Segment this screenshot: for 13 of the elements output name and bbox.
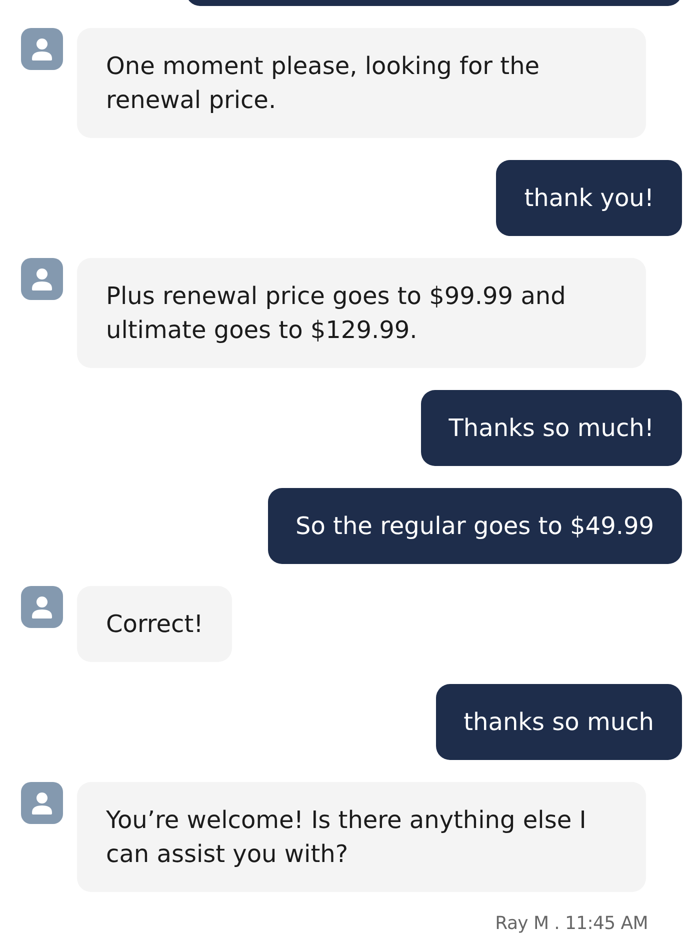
user-message-bubble: thanks so much <box>436 684 682 760</box>
avatar-icon <box>21 28 63 70</box>
agent-message-bubble: One moment please, looking for the renewal price. <box>77 28 646 138</box>
user-message-bubble: Thanks so much! <box>420 390 682 466</box>
avatar-icon <box>21 258 63 300</box>
avatar-icon <box>21 586 63 628</box>
user-message-bubble: thank you! <box>496 160 682 236</box>
agent-message-bubble: Correct! <box>77 586 232 662</box>
agent-message-bubble: Plus renewal price goes to $99.99 and ultimate goes to $129.99. <box>77 258 646 368</box>
sender-and-time: Ray M . 11:45 AM <box>495 913 648 935</box>
user-message-bubble: So the regular goes to $49.99 <box>268 488 682 564</box>
agent-message-bubble: You’re welcome! Is there anything else I can assist you with? <box>77 782 646 892</box>
avatar-icon <box>21 782 63 824</box>
